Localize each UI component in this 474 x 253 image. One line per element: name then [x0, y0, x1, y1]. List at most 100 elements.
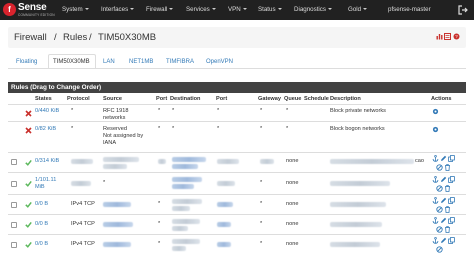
destination-value: *	[172, 126, 175, 132]
trash-icon[interactable]	[444, 164, 451, 171]
row-select-checkbox[interactable]	[11, 181, 17, 187]
destination-redacted	[172, 206, 190, 211]
port-value: *	[158, 126, 161, 132]
breadcrumb-firewall[interactable]: Firewall	[14, 32, 47, 43]
states-value[interactable]: 0/0 B	[35, 221, 48, 228]
breadcrumb-rules[interactable]: Rules	[63, 32, 87, 43]
states-value[interactable]: 0/82 KiB	[35, 126, 56, 133]
port-value: *	[158, 241, 161, 247]
ban-icon[interactable]	[436, 226, 443, 233]
states-value-line2[interactable]: MiB	[35, 184, 45, 191]
menu-label: Gold	[348, 6, 362, 13]
description-tail: cao	[415, 158, 425, 164]
log-icon[interactable]	[444, 33, 452, 40]
chevron-down-icon	[242, 8, 247, 11]
tab-lan[interactable]: LAN	[103, 59, 115, 65]
source-value-line2: networks	[103, 115, 126, 121]
times-icon	[25, 110, 32, 117]
menu-diagnostics[interactable]: Diagnostics	[294, 6, 332, 13]
ban-icon[interactable]	[436, 185, 443, 192]
ban-icon[interactable]	[436, 206, 443, 213]
source-value: *	[103, 180, 106, 186]
check-icon	[25, 241, 32, 248]
menu-label: pfsense-master	[388, 6, 431, 13]
chevron-down-icon	[84, 8, 89, 11]
column-header: States	[35, 96, 52, 102]
row-select-checkbox[interactable]	[11, 202, 17, 208]
queue-value: none	[286, 158, 299, 164]
source-redacted	[103, 164, 127, 169]
table-row[interactable]: 0/314 KiB none cao	[8, 153, 466, 173]
anchor-icon[interactable]	[432, 217, 439, 224]
menu-hostname[interactable]: pfsense-master	[388, 6, 431, 13]
dest-port-value: *	[217, 126, 220, 132]
table-header: States Protocol Source Port Destination …	[8, 93, 466, 105]
menu-system[interactable]: System	[62, 6, 89, 13]
table-row[interactable]: 0/440 KiB * RFC 1918 networks * * * * * …	[8, 105, 466, 122]
row-select-checkbox[interactable]	[11, 242, 17, 248]
copy-icon[interactable]	[448, 217, 455, 224]
anchor-icon[interactable]	[432, 197, 439, 204]
pencil-icon[interactable]	[440, 155, 447, 162]
column-header: Description	[330, 96, 361, 102]
menu-label: VPN	[228, 6, 241, 13]
anchor-icon[interactable]	[432, 237, 439, 244]
menu-services[interactable]: Services	[186, 6, 216, 13]
table-row[interactable]: 0/0 B IPv4 TCP * * none	[8, 195, 466, 215]
pencil-icon[interactable]	[440, 176, 447, 183]
row-select-checkbox[interactable]	[11, 159, 17, 165]
breadcrumb-separator: /	[54, 32, 57, 43]
copy-icon[interactable]	[448, 237, 455, 244]
menu-label: Status	[258, 6, 276, 13]
trash-icon[interactable]	[444, 206, 451, 213]
pencil-icon[interactable]	[440, 197, 447, 204]
chevron-down-icon	[327, 8, 332, 11]
pencil-icon[interactable]	[440, 217, 447, 224]
breadcrumb: Firewall / Rules / TIM50X30MB ?	[8, 27, 466, 48]
copy-icon[interactable]	[448, 155, 455, 162]
ban-icon[interactable]	[436, 164, 443, 171]
table-row[interactable]: 1/101.11 MiB * * none	[8, 173, 466, 195]
column-header: Destination	[170, 96, 201, 102]
trash-icon[interactable]	[444, 185, 451, 192]
tab-floating[interactable]: Floating	[16, 59, 37, 65]
copy-icon[interactable]	[448, 197, 455, 204]
menu-firewall[interactable]: Firewall	[146, 6, 174, 13]
protocol-value: *	[71, 126, 74, 132]
gateway-value: *	[260, 180, 263, 186]
help-icon[interactable]: ?	[453, 33, 460, 40]
table-row[interactable]: 0/0 B IPv4 TCP * * none	[8, 235, 466, 253]
menu-interfaces[interactable]: Interfaces	[101, 6, 135, 13]
states-value[interactable]: 0/0 B	[35, 241, 48, 248]
states-value[interactable]: 0/0 B	[35, 201, 48, 208]
states-value[interactable]: 0/440 KiB	[35, 108, 59, 115]
table-row[interactable]: 0/0 B IPv4 TCP * * none	[8, 215, 466, 235]
states-value[interactable]: 1/101.11	[35, 177, 56, 184]
times-icon	[25, 127, 32, 134]
bar-chart-icon[interactable]	[436, 33, 443, 40]
tab-openvpn[interactable]: OpenVPN	[206, 59, 233, 65]
menu-label: Interfaces	[101, 6, 129, 13]
logout-icon[interactable]	[458, 5, 468, 15]
copy-icon[interactable]	[448, 176, 455, 183]
pfsense-logo[interactable]: f Sense COMMUNITY EDITION	[3, 2, 55, 18]
gear-icon[interactable]	[432, 108, 439, 115]
ban-icon[interactable]	[436, 246, 443, 253]
destination-redacted	[172, 226, 188, 231]
menu-vpn[interactable]: VPN	[228, 6, 247, 13]
anchor-icon[interactable]	[432, 176, 439, 183]
gear-icon[interactable]	[432, 126, 439, 133]
anchor-icon[interactable]	[432, 155, 439, 162]
menu-status[interactable]: Status	[258, 6, 282, 13]
pencil-icon[interactable]	[440, 237, 447, 244]
row-select-checkbox[interactable]	[11, 222, 17, 228]
destination-redacted	[172, 177, 202, 182]
gateway-value: *	[260, 126, 263, 132]
trash-icon[interactable]	[444, 226, 451, 233]
states-value[interactable]: 0/314 KiB	[35, 158, 59, 165]
tab-timfibra[interactable]: TIMFIBRA	[166, 59, 194, 65]
table-row[interactable]: 0/82 KiB * Reserved Not assigned by IANA…	[8, 122, 466, 153]
tab-tim50x30mb[interactable]: TIM50X30MB	[53, 59, 90, 65]
tab-net1mb[interactable]: NET1MB	[129, 59, 153, 65]
menu-gold[interactable]: Gold	[348, 6, 368, 13]
